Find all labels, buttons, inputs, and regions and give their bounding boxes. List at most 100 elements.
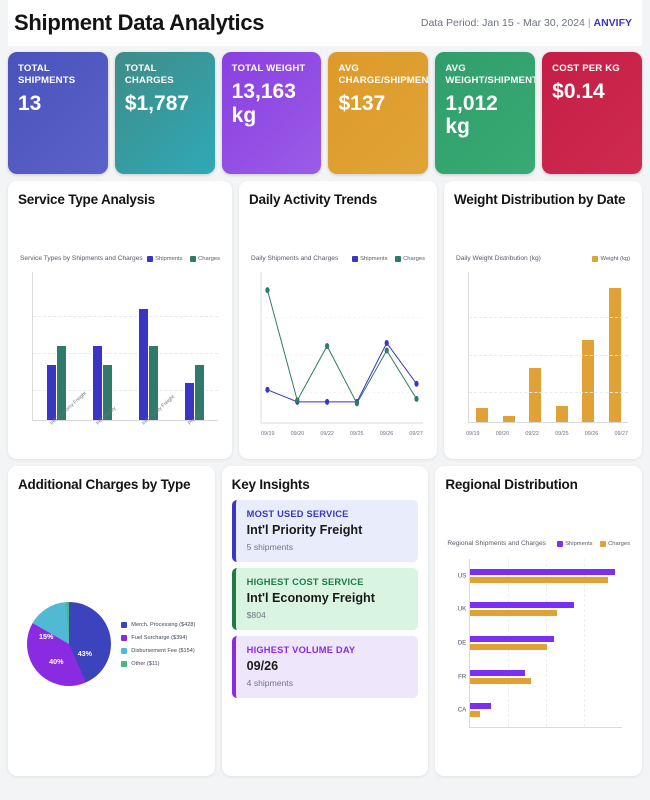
brand-label: ANVIFY bbox=[593, 17, 632, 29]
legend-item[interactable]: Shipments bbox=[146, 255, 183, 262]
kpi-label: COST PER KG bbox=[552, 63, 620, 74]
data-point[interactable] bbox=[265, 386, 270, 393]
data-point[interactable] bbox=[354, 400, 359, 407]
legend-swatch-icon bbox=[394, 255, 401, 262]
bar-group: US bbox=[458, 568, 622, 583]
x-axis-tick-label: 09/22 bbox=[525, 431, 539, 437]
kpi-label: TOTAL SHIPMENTS bbox=[18, 63, 76, 86]
bar[interactable] bbox=[470, 602, 575, 609]
card-title-daily-activity: Daily Activity Trends bbox=[248, 192, 378, 207]
legend-item[interactable]: Charges bbox=[394, 255, 425, 262]
bar[interactable] bbox=[139, 309, 149, 420]
data-point[interactable] bbox=[324, 342, 330, 350]
pie-slice-percent-label: 43% bbox=[77, 649, 93, 659]
bar[interactable] bbox=[470, 703, 491, 710]
kpi-card: TOTAL WEIGHT 13,163 kg bbox=[221, 52, 322, 174]
page-title: Shipment Data Analytics bbox=[14, 10, 265, 35]
bar-group: CA bbox=[458, 703, 622, 718]
x-axis-ticks-daily: 09/19 09/20 09/22 09/25 09/26 09/27 bbox=[261, 431, 423, 437]
charts-row-1: Service Type Analysis Service Types by S… bbox=[8, 181, 642, 459]
x-axis-ticks-weight: 09/19 09/20 09/22 09/25 09/26 09/27 bbox=[466, 431, 628, 437]
legend-label: Disbursement Fee ($154) bbox=[131, 647, 195, 654]
legend-swatch-icon bbox=[189, 255, 196, 262]
pie-chart-legend: Merch. Processing ($428) Fuel Surcharge (… bbox=[121, 621, 196, 667]
insight-value: 09/26 bbox=[246, 659, 279, 673]
legend-item[interactable]: Fuel Surcharge ($394) bbox=[121, 634, 195, 641]
data-point[interactable] bbox=[384, 339, 389, 346]
bar[interactable] bbox=[185, 383, 195, 420]
kpi-value: 13 bbox=[18, 91, 42, 115]
gridline bbox=[468, 317, 628, 318]
legend-swatch-icon bbox=[556, 540, 563, 547]
bar[interactable] bbox=[470, 677, 531, 684]
bar[interactable] bbox=[470, 669, 526, 676]
bar[interactable] bbox=[502, 415, 515, 422]
chart-legend-weight: Weight (kg) bbox=[591, 255, 630, 262]
chart-header-weight: Daily Weight Distribution (kg) Weight (k… bbox=[454, 255, 632, 262]
bar[interactable] bbox=[470, 576, 608, 583]
bar[interactable] bbox=[529, 368, 542, 422]
card-title-weight-distribution: Weight Distribution by Date bbox=[453, 192, 626, 207]
bar-group: UK bbox=[458, 602, 622, 617]
gridline bbox=[468, 354, 628, 356]
bar[interactable] bbox=[470, 635, 555, 642]
insight-card: HIGHEST VOLUME DAY 09/26 4 shipments bbox=[231, 636, 419, 698]
bar[interactable] bbox=[470, 568, 615, 575]
x-axis-tick-label: 09/20 bbox=[290, 431, 305, 437]
x-axis-tick-label: 09/19 bbox=[465, 431, 480, 437]
legend-item[interactable]: Other ($11) bbox=[121, 660, 195, 667]
bar-group: DE bbox=[458, 635, 622, 650]
legend-item[interactable]: Charges bbox=[189, 255, 220, 262]
chart-subtitle-daily-activity: Daily Shipments and Charges bbox=[250, 255, 339, 262]
legend-label: Charges bbox=[608, 540, 630, 547]
kpi-card: TOTAL CHARGES $1,787 bbox=[114, 52, 215, 174]
data-point[interactable] bbox=[324, 398, 330, 405]
header-meta: Data Period: Jan 15 - Mar 30, 2024 | ANV… bbox=[421, 17, 632, 29]
bar[interactable] bbox=[470, 643, 547, 650]
data-point[interactable] bbox=[414, 380, 419, 387]
horizontal-bar-plot: US UK DE FR CA bbox=[445, 557, 628, 762]
legend-item[interactable]: Weight (kg) bbox=[591, 255, 630, 262]
legend-label: Charges bbox=[198, 255, 220, 262]
legend-item[interactable]: Merch. Processing ($428) bbox=[121, 621, 196, 628]
card-title-key-insights: Key Insights bbox=[231, 477, 310, 492]
insight-value: Int'l Economy Freight bbox=[246, 591, 375, 605]
bar[interactable] bbox=[470, 610, 557, 617]
kpi-card: TOTAL SHIPMENTS 13 bbox=[8, 52, 108, 174]
x-axis-tick-label: 09/26 bbox=[379, 431, 394, 437]
legend-item[interactable]: Shipments bbox=[351, 255, 388, 262]
data-point[interactable] bbox=[384, 347, 389, 354]
insight-kicker: HIGHEST COST SERVICE bbox=[246, 577, 364, 587]
legend-swatch-icon bbox=[351, 255, 358, 262]
legend-item[interactable]: Shipments bbox=[556, 540, 593, 547]
insight-card: HIGHEST COST SERVICE Int'l Economy Freigh… bbox=[231, 568, 419, 630]
legend-item[interactable]: Charges bbox=[599, 540, 630, 547]
legend-item[interactable]: Disbursement Fee ($154) bbox=[121, 647, 195, 654]
page-header: Shipment Data Analytics Data Period: Jan… bbox=[8, 0, 642, 46]
gridline bbox=[468, 392, 628, 393]
card-service-type-analysis: Service Type Analysis Service Types by S… bbox=[8, 181, 232, 459]
bar[interactable] bbox=[555, 406, 568, 422]
kpi-row: TOTAL SHIPMENTS 13 TOTAL CHARGES $1,787 TOTA… bbox=[8, 52, 642, 174]
x-axis-tick-label: 09/25 bbox=[350, 431, 364, 437]
x-axis-tick-label: 09/25 bbox=[555, 431, 569, 437]
card-title-additional-charges: Additional Charges by Type bbox=[18, 477, 191, 492]
legend-label: Shipments bbox=[565, 540, 593, 547]
bar[interactable] bbox=[92, 346, 102, 420]
data-point[interactable] bbox=[414, 395, 419, 402]
plot-daily-activity: 09/19 09/20 09/22 09/25 09/26 09/27 bbox=[249, 268, 427, 449]
kpi-value: 13,163 kg bbox=[231, 79, 296, 127]
insight-value: Int'l Priority Freight bbox=[246, 523, 363, 537]
legend-label: Weight (kg) bbox=[600, 255, 630, 262]
bar[interactable] bbox=[470, 711, 481, 718]
bar[interactable] bbox=[476, 407, 489, 422]
legend-label: Merch. Processing ($428) bbox=[131, 621, 196, 628]
data-period-label: Data Period: Jan 15 - Mar 30, 2024 bbox=[420, 17, 585, 29]
legend-label: Shipments bbox=[360, 255, 388, 262]
bar[interactable] bbox=[582, 339, 595, 422]
y-axis-tick-label: CA bbox=[457, 706, 467, 714]
plot-regional: US UK DE FR CA bbox=[445, 553, 632, 766]
data-point[interactable] bbox=[295, 397, 300, 404]
bar[interactable] bbox=[46, 364, 56, 420]
data-point[interactable] bbox=[265, 287, 270, 294]
